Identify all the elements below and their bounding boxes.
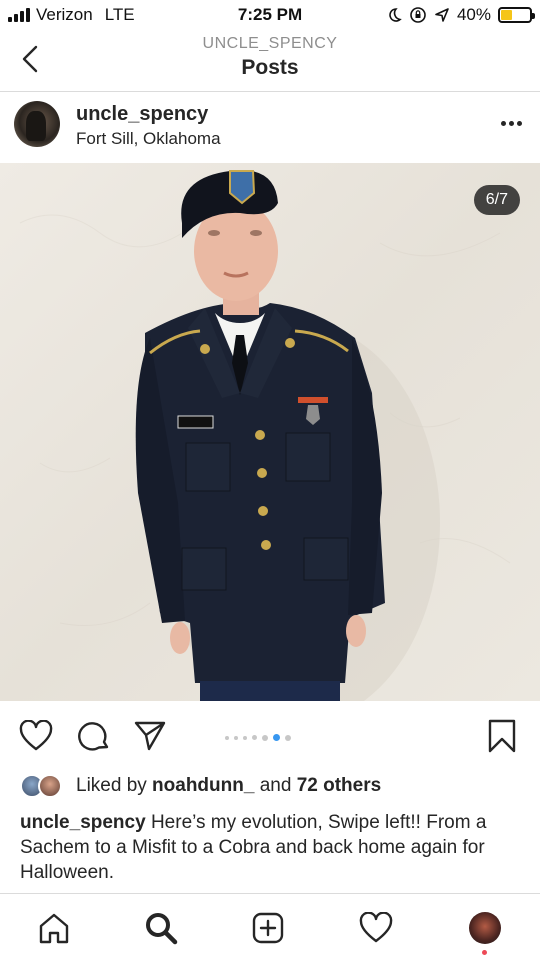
nav-search[interactable] (141, 908, 181, 948)
soldier-photo-illustration (19, 170, 511, 701)
page-title: Posts (241, 56, 299, 79)
post-location[interactable]: Fort Sill, Oklahoma (76, 129, 221, 149)
battery-percent: 40% (456, 5, 491, 24)
nav-activity[interactable] (356, 908, 396, 948)
post-username[interactable]: uncle_spency (76, 103, 208, 126)
share-button[interactable] (132, 718, 168, 754)
notification-dot (482, 950, 487, 955)
heart-icon (359, 912, 393, 943)
heart-icon (19, 720, 53, 751)
like-button[interactable] (18, 718, 54, 754)
likes-text: Liked by noahdunn_ and 72 others (76, 775, 382, 796)
status-right: 40% (386, 5, 535, 25)
carousel-dot (252, 735, 257, 740)
carousel-dot (234, 735, 238, 740)
bookmark-icon (488, 719, 516, 753)
home-icon (39, 913, 69, 944)
liker-avatar (38, 774, 62, 798)
liker-username[interactable]: noahdunn_ (152, 775, 254, 796)
carousel-dot (225, 735, 229, 740)
app-header: UNCLE_SPENCY Posts (0, 30, 540, 92)
nav-home[interactable] (34, 908, 74, 948)
battery-icon (498, 7, 535, 23)
post-actions (0, 712, 540, 762)
nav-profile[interactable] (465, 908, 505, 948)
search-icon (146, 913, 178, 945)
nav-new-post[interactable] (248, 908, 288, 948)
profile-username-header: UNCLE_SPENCY (202, 35, 338, 52)
bottom-navigation (0, 893, 540, 960)
comment-button[interactable] (76, 718, 112, 754)
avatar[interactable] (14, 101, 60, 147)
moon-icon (389, 8, 402, 22)
caption-username[interactable]: uncle_spency (20, 812, 146, 833)
orientation-lock-icon (410, 7, 426, 23)
carousel-dot (285, 734, 291, 741)
status-bar: Verizon LTE 7:25 PM 40% (0, 0, 540, 30)
post-header: uncle_spency Fort Sill, Oklahoma (0, 93, 540, 163)
profile-avatar (469, 912, 501, 944)
save-button[interactable] (484, 718, 520, 754)
comment-icon (78, 722, 109, 751)
more-horizontal-icon (501, 121, 506, 126)
add-post-icon (252, 912, 284, 944)
likes-count[interactable]: 72 others (297, 775, 381, 796)
location-arrow-icon (435, 8, 449, 22)
carousel-dot (273, 734, 280, 741)
likes-row[interactable]: Liked by noahdunn_ and 72 others (20, 771, 381, 801)
carousel-indicator (225, 734, 291, 741)
carousel-dot (243, 735, 247, 740)
more-options-button[interactable] (501, 121, 522, 126)
carousel-counter: 6/7 (473, 185, 520, 215)
send-icon (134, 721, 166, 751)
post-caption: uncle_spency Here’s my evolution, Swipe … (20, 810, 525, 885)
post-photo[interactable]: 6/7 (0, 163, 540, 701)
carousel-dot (262, 734, 268, 741)
liker-avatars (20, 772, 68, 800)
